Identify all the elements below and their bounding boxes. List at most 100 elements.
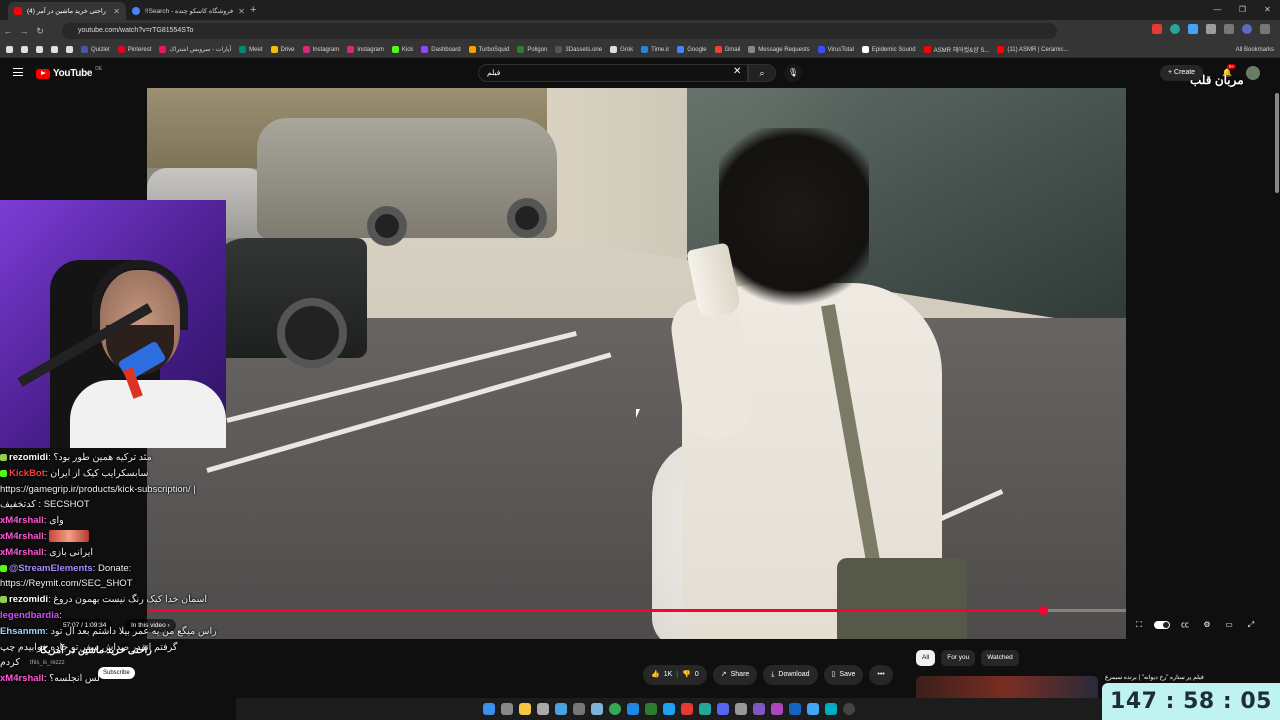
bookmark-item[interactable]: Meet <box>239 46 263 53</box>
chat-username[interactable]: xM4rshall <box>0 547 44 558</box>
chat-username[interactable]: KickBot <box>9 468 45 479</box>
captions-icon[interactable]: ㏄ <box>1178 619 1192 630</box>
close-tab-icon[interactable]: ✕ <box>238 7 244 16</box>
discord-icon[interactable] <box>717 703 729 715</box>
settings-app-icon[interactable] <box>573 703 585 715</box>
reload-icon[interactable]: ↻ <box>32 26 48 37</box>
back-icon[interactable]: ← <box>0 26 16 36</box>
forward-icon[interactable]: → <box>16 26 32 36</box>
bookmark-item[interactable]: VirusTotal <box>817 46 854 53</box>
extension-icon[interactable] <box>1170 24 1180 34</box>
chat-username[interactable]: legendbardia <box>0 610 59 621</box>
app-icon[interactable] <box>753 703 765 715</box>
hamburger-menu-icon[interactable] <box>13 68 23 76</box>
browser-tab-search[interactable]: !!Search - فروشگاه کاسکو چنده ✕ <box>126 2 244 20</box>
bookmark-item[interactable]: آپارات - سرویس اشتراک <box>159 46 231 53</box>
file-explorer-icon[interactable] <box>519 703 531 715</box>
notepad-icon[interactable] <box>591 703 603 715</box>
autoplay-toggle[interactable] <box>1154 620 1170 629</box>
app-icon[interactable] <box>663 703 675 715</box>
bookmark-item[interactable]: Quizlet <box>81 46 110 53</box>
progress-scrubber[interactable] <box>1038 606 1048 615</box>
bookmark-item[interactable]: Google <box>677 46 707 53</box>
extension-icon[interactable] <box>1206 24 1216 34</box>
chat-username[interactable]: xM4rshall <box>0 673 44 684</box>
bookmark-item[interactable]: ASMR 헤어컷&샴 S... <box>923 45 989 54</box>
miniplayer-icon[interactable]: ⛶ <box>1132 620 1146 630</box>
video-progress-bar[interactable] <box>147 606 1126 615</box>
bookmark-folder-icon[interactable] <box>51 46 58 53</box>
bookmark-item[interactable]: Message Requests <box>748 46 810 53</box>
app-icon[interactable] <box>807 703 819 715</box>
profile-icon[interactable] <box>1242 24 1252 34</box>
chat-username[interactable]: @StreamElements <box>9 563 93 574</box>
bookmark-folder-icon[interactable] <box>66 46 73 53</box>
fullscreen-icon[interactable]: ⤢ <box>1244 620 1258 630</box>
obs-icon[interactable] <box>843 703 855 715</box>
settings-gear-icon[interactable]: ⚙ <box>1200 620 1214 629</box>
bookmark-item[interactable]: (11) ASMR | Ceramic... <box>997 46 1069 53</box>
chat-username[interactable]: rezomidi <box>9 594 48 605</box>
extension-icon[interactable] <box>1152 24 1162 34</box>
bookmark-item[interactable]: Time.ir <box>641 46 669 53</box>
chat-username[interactable]: xM4rshall <box>0 515 44 526</box>
bookmark-folder-icon[interactable] <box>21 46 28 53</box>
theater-mode-icon[interactable]: ▭ <box>1222 620 1236 629</box>
youtube-logo[interactable]: YouTube DE <box>36 66 102 79</box>
bookmark-item[interactable]: Pinterest <box>117 46 151 53</box>
close-window-icon[interactable]: ✕ <box>1255 0 1280 20</box>
new-tab-icon[interactable]: + <box>250 4 256 16</box>
filter-chip[interactable]: For you <box>941 650 976 666</box>
bookmark-item[interactable]: Gmail <box>714 46 740 53</box>
account-avatar[interactable] <box>1246 66 1260 80</box>
search-input[interactable]: فیلم <box>478 64 748 82</box>
channel-name[interactable]: this_is_rezzz <box>30 660 65 666</box>
browser-tab-youtube[interactable]: (4) راحتی خرید ماشین در آمر ✕ <box>8 2 126 20</box>
app-icon[interactable] <box>645 703 657 715</box>
video-player[interactable] <box>147 88 1126 639</box>
scrollbar-thumb[interactable] <box>1275 93 1279 193</box>
app-icon[interactable] <box>627 703 639 715</box>
bookmark-item[interactable]: Instagram <box>347 46 384 53</box>
chrome-icon[interactable] <box>609 703 621 715</box>
download-button[interactable]: ⤓ Download <box>763 665 818 685</box>
bookmark-folder-icon[interactable] <box>6 46 13 53</box>
page-scrollbar[interactable] <box>1274 88 1280 198</box>
bookmark-item[interactable]: Drive <box>270 46 295 53</box>
app-icon[interactable] <box>825 703 837 715</box>
voice-search-button[interactable]: 🎙 <box>784 64 802 82</box>
like-button[interactable]: 👍 1K | 👎 0 <box>643 665 707 685</box>
menu-dots-icon[interactable] <box>1260 24 1270 34</box>
search-taskbar-icon[interactable] <box>537 703 549 715</box>
filter-chip[interactable]: All <box>916 650 936 666</box>
chat-username[interactable]: rezomidi <box>9 452 48 463</box>
extension-icon[interactable] <box>1188 24 1198 34</box>
thumbs-down-icon[interactable]: 👎 <box>682 665 691 685</box>
windows-start-icon[interactable] <box>483 703 495 715</box>
bookmark-folder-icon[interactable] <box>36 46 43 53</box>
share-button[interactable]: ↗ Share <box>712 665 758 685</box>
app-icon[interactable] <box>699 703 711 715</box>
puzzle-icon[interactable] <box>1224 24 1234 34</box>
bookmark-item[interactable]: TurboSquid <box>468 46 509 53</box>
close-tab-icon[interactable]: ✕ <box>113 7 120 16</box>
bookmark-item[interactable]: Poligon <box>517 46 547 53</box>
app-icon[interactable] <box>771 703 783 715</box>
chat-username[interactable]: Ehsanmm <box>0 626 45 637</box>
app-icon[interactable] <box>735 703 747 715</box>
save-button[interactable]: ▯ Save <box>823 665 864 685</box>
bookmark-item[interactable]: Dashboard <box>421 46 461 53</box>
chat-username[interactable]: xM4rshall <box>0 531 44 542</box>
bookmark-item[interactable]: Grok <box>610 46 633 53</box>
maximize-icon[interactable]: ❐ <box>1230 0 1255 20</box>
filter-chip[interactable]: Watched <box>981 650 1019 666</box>
taskview-icon[interactable] <box>501 703 513 715</box>
more-actions-button[interactable]: ••• <box>869 665 893 685</box>
search-button[interactable]: ⌕ <box>748 64 776 82</box>
app-icon[interactable] <box>681 703 693 715</box>
bookmark-item[interactable]: Epidemic Sound <box>861 46 916 53</box>
recommendation-title[interactable]: فیلم پر ستاره "رخ دیوانه" | برنده سیمرغ <box>1105 674 1204 681</box>
subscribe-button[interactable]: Subscribe <box>98 667 135 679</box>
all-bookmarks-button[interactable]: All Bookmarks <box>1231 42 1274 57</box>
bookmark-item[interactable]: Kick <box>391 46 413 53</box>
